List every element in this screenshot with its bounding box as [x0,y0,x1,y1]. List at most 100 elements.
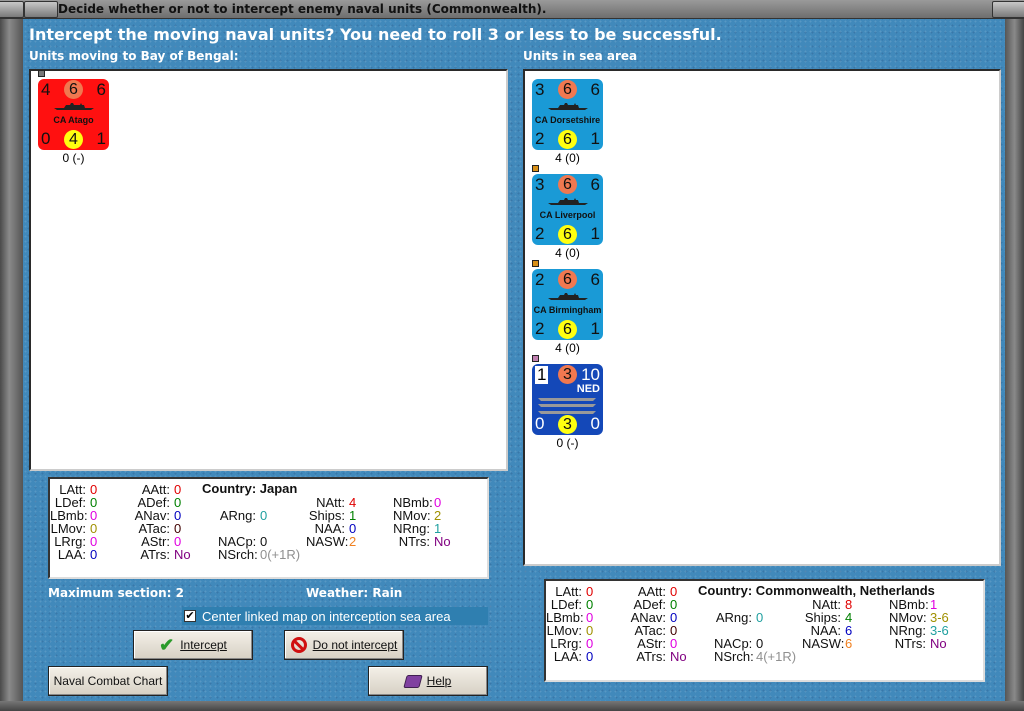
intercept-button[interactable]: ✔ Intercept [133,630,253,660]
counter-top-circle: 3 [558,365,577,384]
stat-label: NSrch: [218,547,258,562]
counter-bottom-left: 2 [535,319,545,338]
stat-label: ATrs: [636,649,666,664]
stat-empty [845,650,889,663]
counter-bottom-circle: 4 [64,130,83,149]
counter-top-left: 2 [535,270,545,289]
counter-bottom-right: 1 [590,129,600,148]
ship-silhouette-icon [548,198,588,205]
stat-empty [434,483,494,496]
prohibited-icon [290,637,307,653]
counter-bottom-circle: 6 [558,320,577,339]
stat-value: 0 [260,508,268,523]
minimize-button[interactable] [24,1,58,18]
moving-units-list[interactable]: 4 6 6 CA Atago 0 4 1 0 (-) [29,69,508,471]
center-map-checkbox[interactable]: ✔ [184,610,196,622]
stat-value: 2 [349,534,357,549]
stat-label: LAA: [553,649,582,664]
window-title: Decide whether or not to intercept enemy… [58,2,547,16]
sea-units-heading: Units in sea area [523,49,638,63]
stat-empty [349,548,393,561]
unit-counter[interactable]: 3 6 6 CA Liverpool 2 6 1 [532,174,603,245]
stat-value: No [670,649,687,664]
stat-value: No [930,636,947,651]
maximize-button[interactable] [992,1,1024,18]
counter-bottom-circle: 3 [558,415,577,434]
stat-value: 0 [586,649,594,664]
counter-bottom-right: 1 [96,129,106,148]
counter-unit-name: CA Birmingham [533,305,602,315]
stat-empty [802,650,845,663]
stat-value: 6 [845,636,853,651]
stat-label: NASW: [306,534,349,549]
intercept-question: Intercept the moving naval units? You ne… [29,25,722,44]
counter-top-circle: 6 [558,80,577,99]
center-map-checkbox-row[interactable]: ✔ Center linked map on interception sea … [182,607,488,625]
unit-strength-label: 4 (0) [555,151,580,165]
stat-label: NTrs: [894,636,926,651]
unit-strength-label: 0 (-) [62,151,85,165]
sea-units-stats: Country: Commonwealth, Netherlands LAtt:… [544,579,985,682]
title-bar: Decide whether or not to intercept enemy… [0,0,1024,19]
ship-silhouette-icon [54,103,94,110]
stat-value: 0 [90,547,98,562]
stat-label: NTrs: [398,534,430,549]
unit-counter[interactable]: 2 6 6 CA Birmingham 2 6 1 [532,269,603,340]
counter-top-right: 6 [590,80,600,99]
sea-units-list[interactable]: 3 6 6 CA Dorsetshire 2 6 1 4 (0) 3 6 6 CA Liverpool… [523,69,1001,566]
stat-value: 4(+1R) [756,649,797,664]
counter-top-right: 6 [96,80,106,99]
country-label: Country: Japan [202,481,298,496]
unit-counter[interactable]: 4 6 6 CA Atago 0 4 1 [38,79,109,150]
do-not-intercept-button[interactable]: Do not intercept [284,630,404,660]
max-section-label: Maximum section: 2 [48,586,184,600]
counter-bottom-left: 2 [535,129,545,148]
stat-empty [930,650,990,663]
counter-top-left: 1 [535,365,549,384]
stat-empty [306,548,349,561]
ship-silhouette-icon [548,103,588,110]
unit-status-marker [38,70,45,77]
stat-label: ATrs: [140,547,170,562]
unit-counter[interactable]: 1 3 10 NED 030 [532,364,603,435]
stat-empty [889,650,930,663]
unit-strength-label: 4 (0) [555,246,580,260]
counter-unit-name: CA Liverpool [539,210,596,220]
window-menu-button[interactable] [0,1,24,18]
weather-label: Weather: Rain [306,586,403,600]
counter-bottom-circle: 6 [558,130,577,149]
counter-bottom-circle: 6 [558,225,577,244]
stat-label: ARng: [219,508,256,523]
stat-value: 0 [756,610,764,625]
moving-units-stats: Country: Japan LAtt: 0 AAtt: 0 LDef: 0 ADef: 0 N… [48,477,489,579]
stat-value: 0(+1R) [260,547,301,562]
unit-status-marker [532,260,539,267]
help-button[interactable]: Help [368,666,488,696]
counter-top-circle: 6 [558,175,577,194]
checkmark-icon: ✔ [159,634,175,655]
stat-label: LAA: [57,547,86,562]
unit-counter[interactable]: 3 6 6 CA Dorsetshire 2 6 1 [532,79,603,150]
window-frame-bottom [0,701,1024,711]
stat-value: No [174,547,191,562]
stat-empty [393,548,434,561]
stat-label: NASW: [802,636,845,651]
stat-label: NSrch: [714,649,754,664]
window-frame-right [1005,19,1024,711]
window-frame-left [0,19,23,711]
counter-unit-name: CA Atago [53,115,94,125]
moving-units-heading: Units moving to Bay of Bengal: [29,49,239,63]
help-book-icon [402,674,423,688]
counter-bottom-left: 0 [41,129,51,148]
counter-bottom-left: 0 [535,414,545,433]
counter-top-right: 6 [590,175,600,194]
ship-silhouette-icon [548,293,588,300]
unit-status-marker [532,165,539,172]
center-map-label: Center linked map on interception sea ar… [202,608,451,624]
counter-bottom-right: 1 [590,224,600,243]
counter-bottom-left: 2 [535,224,545,243]
stat-empty [434,548,494,561]
counter-top-circle: 6 [558,270,577,289]
unit-strength-label: 0 (-) [556,436,579,450]
naval-combat-chart-button[interactable]: Naval Combat Chart [48,666,168,696]
